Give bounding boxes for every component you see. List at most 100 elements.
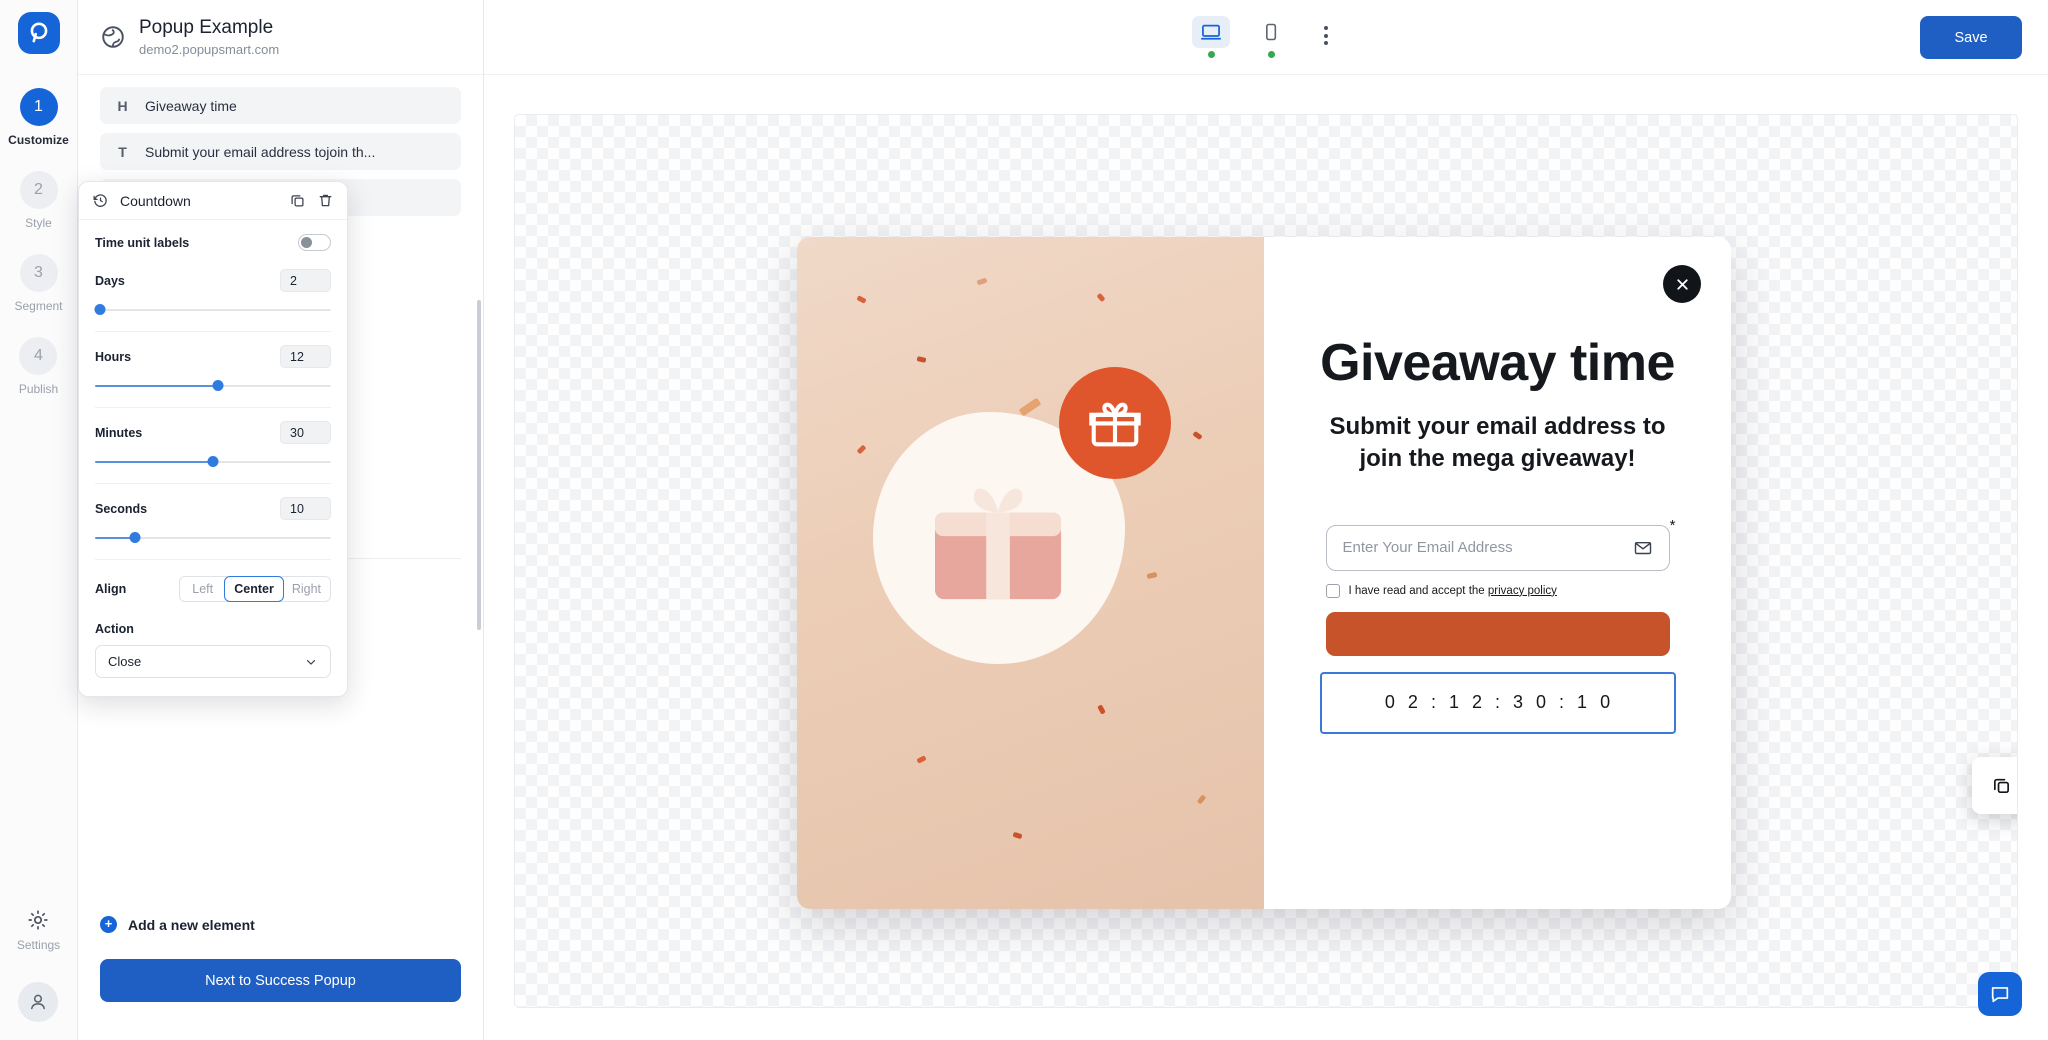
step-number: 1 [19, 88, 58, 126]
slider-fill [95, 385, 218, 387]
align-segmented-control: Left Center Right [179, 576, 331, 602]
sidebar-step-segment[interactable]: 3 Segment [14, 254, 63, 313]
step-list: 1 Customize 2 Style 3 Segment 4 Publish [8, 88, 69, 420]
required-marker: * [1669, 516, 1676, 534]
hours-input[interactable]: 12 [280, 345, 331, 368]
step-number: 3 [19, 254, 58, 292]
layer-item-text[interactable]: T Submit your email address tojoin th... [100, 133, 461, 170]
popup-content-panel: Giveaway time Submit your email address … [1264, 237, 1731, 909]
toggle-knob [301, 237, 312, 248]
gear-icon [28, 910, 49, 930]
seconds-label: Seconds [95, 501, 148, 516]
slider-thumb[interactable] [129, 532, 141, 543]
duplicate-icon[interactable] [289, 192, 306, 209]
globe-icon [102, 26, 124, 48]
email-input[interactable]: Enter Your Email Address [1325, 524, 1670, 571]
brand-text: Popup Example demo2.popupsmart.com [139, 17, 279, 57]
consent-row: I have read and accept the privacy polic… [1325, 583, 1670, 598]
step-number: 4 [19, 337, 58, 375]
time-unit-labels-toggle[interactable] [298, 234, 331, 251]
seconds-slider[interactable] [95, 531, 331, 545]
duplicate-icon[interactable] [1991, 775, 2012, 796]
settings-header: Countdown [79, 182, 347, 220]
align-row: Align Left Center Right [95, 576, 331, 602]
countdown-separator: : [1494, 692, 1500, 713]
days-slider[interactable] [94, 303, 331, 317]
trash-icon[interactable] [317, 192, 334, 209]
minutes-input[interactable]: 30 [280, 421, 331, 444]
time-unit-labels-label: Time unit labels [95, 235, 190, 250]
action-label: Action [95, 622, 134, 636]
divider [95, 483, 331, 484]
countdown-separator: : [1430, 692, 1436, 713]
align-option-right[interactable]: Right [283, 577, 330, 601]
popup-close-button[interactable] [1663, 265, 1701, 303]
divider [95, 559, 331, 560]
countdown-digit: 3 [1513, 692, 1524, 713]
slider-thumb[interactable] [212, 380, 224, 391]
popup-preview: Giveaway time Submit your email address … [797, 237, 1731, 909]
popup-cta-button[interactable] [1325, 611, 1670, 656]
sidebar-step-customize[interactable]: 1 Customize [8, 88, 69, 147]
editor-scrollbar[interactable] [477, 300, 481, 630]
heading-icon: H [117, 97, 128, 114]
step-number: 2 [19, 171, 58, 209]
popupsmart-logo-icon[interactable] [17, 12, 60, 54]
rail-bottom: Settings [17, 908, 60, 1040]
email-field-wrapper: Enter Your Email Address * [1325, 517, 1676, 571]
left-rail: 1 Customize 2 Style 3 Segment 4 Publish [0, 0, 78, 1040]
countdown-settings-panel: Countdown Time unit labels Days 2 Hours … [78, 181, 348, 697]
preview-stage: Giveaway time Submit your email address … [514, 114, 2018, 1008]
countdown-timer-element[interactable]: 0 2 : 1 2 : 3 0 : 1 0 [1319, 671, 1676, 734]
slider-thumb[interactable] [207, 456, 219, 467]
kebab-menu-icon[interactable] [1312, 16, 1340, 55]
countdown-separator: : [1559, 692, 1565, 713]
slider-track [95, 309, 331, 311]
consent-text: I have read and accept the privacy polic… [1349, 585, 1557, 597]
settings-title: Countdown [120, 192, 191, 209]
device-desktop-toggle[interactable] [1192, 16, 1230, 58]
privacy-policy-link[interactable]: privacy policy [1488, 585, 1557, 597]
slider-thumb[interactable] [94, 304, 106, 315]
minutes-slider[interactable] [95, 455, 331, 469]
gift-icon [1089, 402, 1141, 447]
layer-label: Submit your email address tojoin th... [145, 143, 376, 160]
sidebar-item-settings[interactable]: Settings [17, 908, 60, 952]
popup-subheadline: Submit your email address to join the me… [1329, 413, 1666, 472]
action-value: Close [108, 654, 142, 669]
action-select[interactable]: Close [95, 645, 331, 678]
app-root: 1 Customize 2 Style 3 Segment 4 Publish [0, 0, 2048, 1040]
hours-slider[interactable] [95, 379, 331, 393]
email-placeholder: Enter Your Email Address [1342, 539, 1513, 557]
mobile-phone-icon [1252, 16, 1290, 48]
sidebar-step-style[interactable]: 2 Style [19, 171, 58, 230]
chat-support-button[interactable] [1978, 972, 2022, 1016]
align-option-center[interactable]: Center [224, 576, 284, 602]
countdown-digit: 0 [1384, 692, 1395, 713]
save-button[interactable]: Save [1920, 16, 2022, 59]
add-new-element-button[interactable]: + Add a new element [78, 916, 483, 933]
days-input[interactable]: 2 [280, 269, 331, 292]
brand-url: demo2.popupsmart.com [139, 41, 280, 57]
sidebar-step-publish[interactable]: 4 Publish [19, 337, 58, 396]
avatar[interactable] [18, 982, 59, 1022]
seconds-input[interactable]: 10 [280, 497, 331, 520]
countdown-digit: 2 [1471, 692, 1482, 713]
popup-headline: Giveaway time [1320, 334, 1675, 392]
step-label: Segment [14, 299, 63, 313]
next-to-success-popup-button[interactable]: Next to Success Popup [100, 959, 461, 1002]
days-setting: Days 2 [94, 269, 331, 317]
align-option-left[interactable]: Left [180, 577, 225, 601]
align-label: Align [95, 582, 127, 596]
countdown-digit: 2 [1407, 692, 1418, 713]
hours-setting: Hours 12 [95, 345, 331, 393]
action-row: Action Close [95, 622, 331, 678]
seconds-setting: Seconds 10 [95, 497, 331, 545]
layer-item-heading[interactable]: H Giveaway time [100, 87, 461, 124]
page-title: Popup Example [139, 17, 274, 39]
device-mobile-toggle[interactable] [1252, 16, 1290, 58]
settings-label: Settings [16, 938, 61, 952]
consent-checkbox[interactable] [1325, 583, 1340, 598]
settings-body: Time unit labels Days 2 Hours 12 Minutes… [79, 220, 347, 696]
canvas-area: Save Giveaway time Submit your email add… [484, 0, 2048, 1040]
